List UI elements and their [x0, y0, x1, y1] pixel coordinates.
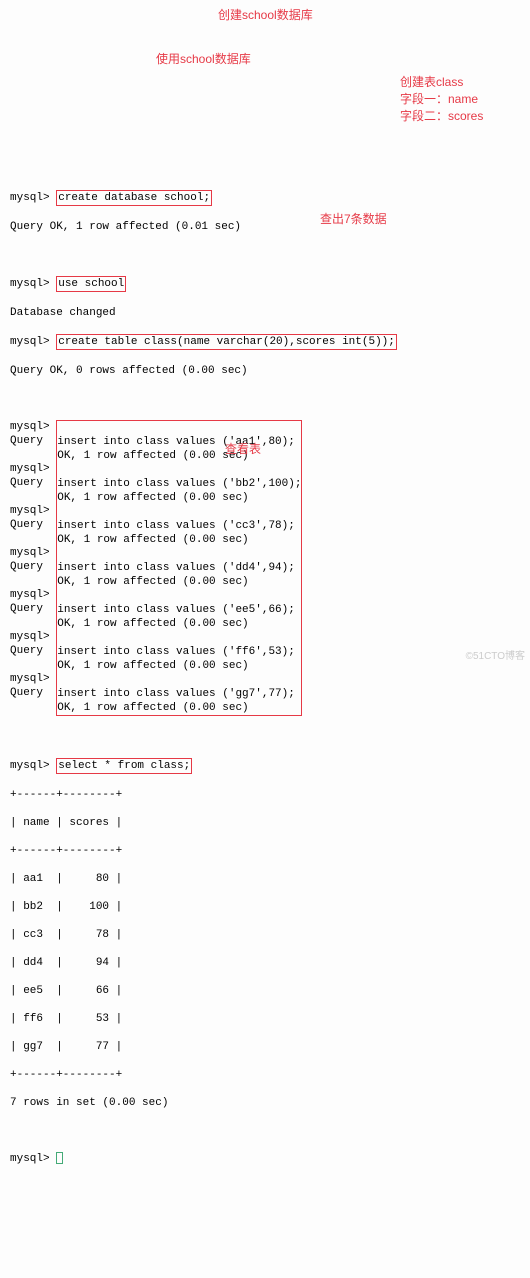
table-row: | dd4 | 94 |	[10, 956, 520, 970]
annot-field1: 字段一：name	[400, 92, 478, 106]
prompt: mysql>	[10, 1153, 50, 1165]
insert-stmt: insert into class values ('aa1',80);	[57, 435, 301, 449]
watermark: ©51CTO博客	[466, 650, 525, 664]
insert-stmt: insert into class values ('bb2',100);	[57, 477, 301, 491]
insert-stmt: insert into class values ('ff6',53);	[57, 645, 301, 659]
insert-stmt: insert into class values ('dd4',94);	[57, 561, 301, 575]
table-header: | name | scores |	[10, 816, 520, 830]
prompt: mysql>	[10, 760, 50, 772]
annot-select: 查看表	[225, 442, 261, 456]
prompt: mysql>	[10, 278, 50, 290]
annot-insert7: 查出7条数据	[320, 212, 387, 226]
table-row: | ff6 | 53 |	[10, 1012, 520, 1026]
cmd-create-db: create database school;	[56, 190, 212, 206]
table-sep: +------+--------+	[10, 1068, 520, 1082]
cmd-create-table: create table class(name varchar(20),scor…	[56, 334, 397, 350]
cmd-use-db: use school	[56, 276, 126, 292]
insert-statements-box: insert into class values ('aa1',80);OK, …	[56, 420, 302, 716]
annot-create-db: 创建school数据库	[218, 8, 313, 22]
annot-field2: 字段二：scores	[400, 109, 483, 123]
annot-use-db: 使用school数据库	[156, 52, 251, 66]
cmd-select: select * from class;	[56, 758, 192, 774]
table-row: | ee5 | 66 |	[10, 984, 520, 998]
table-row: | cc3 | 78 |	[10, 928, 520, 942]
insert-block: mysql> Query mysql> Query mysql> Query m…	[10, 420, 520, 716]
cursor[interactable]	[56, 1152, 63, 1164]
terminal-output: mysql> create database school; Query OK,…	[10, 176, 520, 1180]
table-row: | aa1 | 80 |	[10, 872, 520, 886]
insert-stmt: insert into class values ('gg7',77);	[57, 687, 301, 701]
table-row: | bb2 | 100 |	[10, 900, 520, 914]
table-row: | gg7 | 77 |	[10, 1040, 520, 1054]
annot-create-table: 创建表class	[400, 75, 463, 89]
insert-stmt: insert into class values ('ee5',66);	[57, 603, 301, 617]
response-text: Query OK, 0 rows affected (0.00 sec)	[10, 364, 520, 378]
table-sep: +------+--------+	[10, 788, 520, 802]
response-text: Query OK, 1 row affected (0.01 sec)	[10, 220, 520, 234]
rows-in-set: 7 rows in set (0.00 sec)	[10, 1096, 520, 1110]
prompt: mysql>	[10, 336, 50, 348]
response-text: Database changed	[10, 306, 520, 320]
table-sep: +------+--------+	[10, 844, 520, 858]
insert-stmt: insert into class values ('cc3',78);	[57, 519, 301, 533]
prompt: mysql>	[10, 192, 50, 204]
